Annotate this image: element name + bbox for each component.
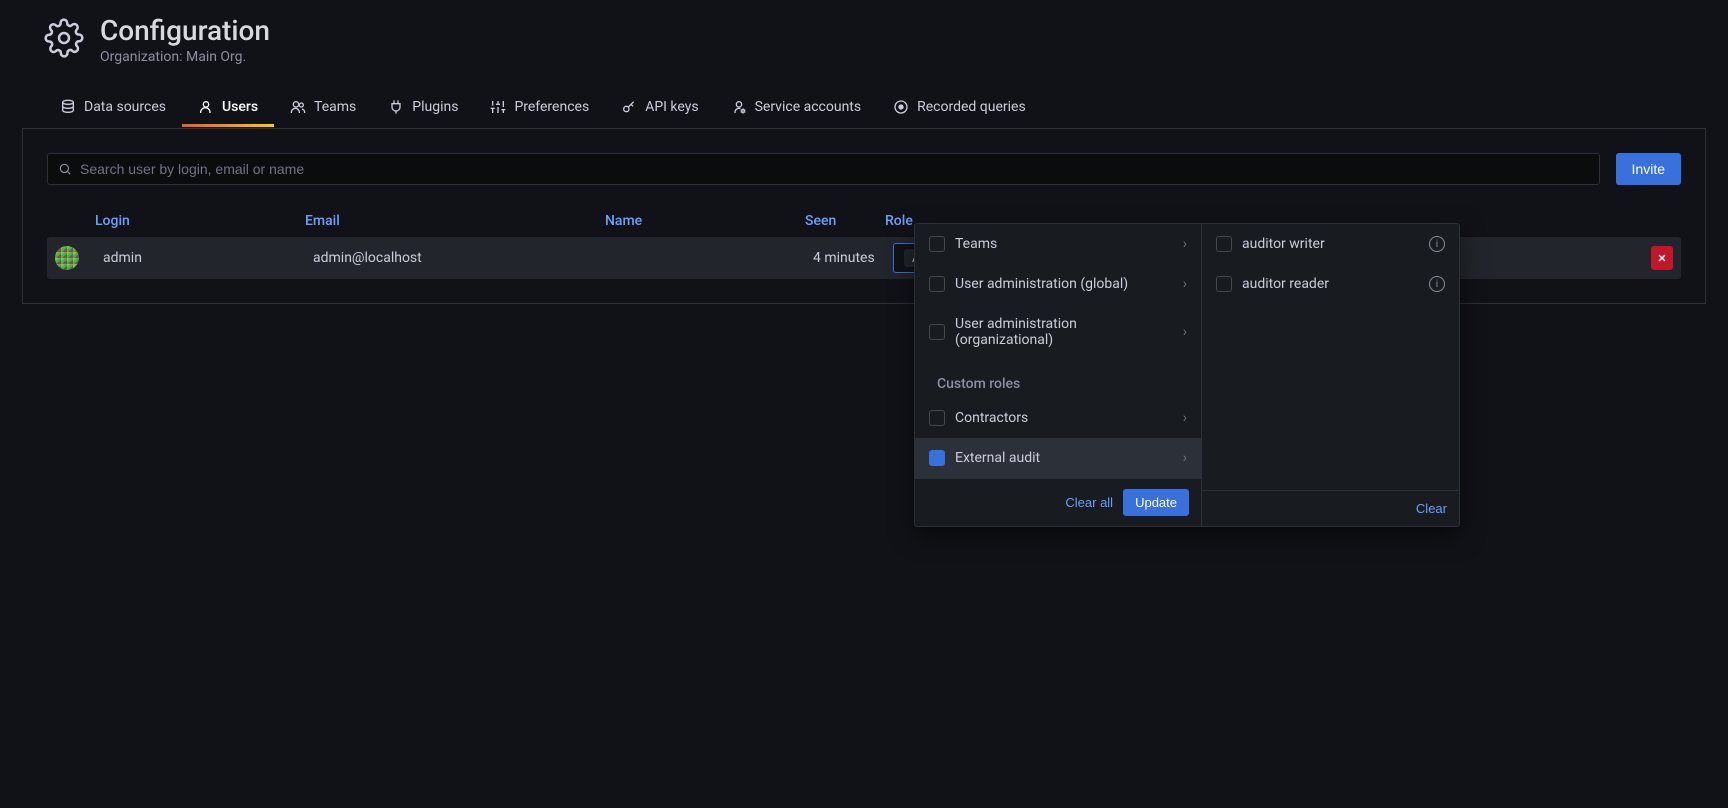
search-wrap[interactable]	[47, 153, 1600, 185]
role-option-user-admin-global[interactable]: User administration (global) ›	[915, 264, 1201, 304]
tab-recorded-queries[interactable]: Recorded queries	[877, 89, 1042, 127]
tab-label: Preferences	[514, 99, 589, 115]
gear-icon	[44, 18, 84, 62]
avatar	[55, 246, 79, 270]
search-input[interactable]	[80, 161, 1589, 177]
role-option-teams[interactable]: Teams ›	[915, 224, 1201, 264]
tab-data-sources[interactable]: Data sources	[44, 89, 182, 127]
tab-users[interactable]: Users	[182, 89, 274, 127]
custom-roles-header: Custom roles	[915, 360, 1201, 398]
database-icon	[60, 99, 76, 115]
checkbox[interactable]	[929, 450, 945, 466]
tab-api-keys[interactable]: API keys	[605, 89, 714, 127]
role-option-label: External audit	[955, 450, 1173, 466]
chevron-right-icon: ›	[1183, 324, 1187, 340]
update-button[interactable]: Update	[1123, 489, 1189, 516]
plug-icon	[388, 99, 404, 115]
chevron-right-icon: ›	[1183, 410, 1187, 426]
checkbox[interactable]	[1216, 276, 1232, 292]
subrole-option-auditor-reader[interactable]: auditor reader i	[1202, 264, 1459, 304]
role-option-label: User administration (organizational)	[955, 316, 1173, 348]
checkbox[interactable]	[929, 410, 945, 426]
checkbox[interactable]	[929, 324, 945, 340]
tab-label: API keys	[645, 99, 698, 115]
col-seen[interactable]: Seen	[805, 213, 885, 229]
user-icon	[198, 99, 214, 115]
page-header: Configuration Organization: Main Org.	[0, 0, 1728, 75]
col-email[interactable]: Email	[305, 213, 605, 229]
checkbox[interactable]	[1216, 236, 1232, 252]
subrole-label: auditor writer	[1242, 236, 1419, 252]
record-icon	[893, 99, 909, 115]
role-option-label: Teams	[955, 236, 1173, 252]
tabs: Data sources Users Teams Plugins Prefere…	[0, 89, 1728, 128]
chevron-right-icon: ›	[1183, 236, 1187, 252]
page-subtitle: Organization: Main Org.	[100, 49, 270, 65]
role-option-external-audit[interactable]: External audit ›	[915, 438, 1201, 478]
checkbox[interactable]	[929, 276, 945, 292]
role-option-contractors[interactable]: Contractors ›	[915, 398, 1201, 438]
info-icon[interactable]: i	[1429, 236, 1445, 252]
tab-preferences[interactable]: Preferences	[474, 89, 605, 127]
clear-all-button[interactable]: Clear all	[1065, 495, 1113, 510]
cell-email: admin@localhost	[313, 250, 613, 266]
tab-label: Plugins	[412, 99, 458, 115]
close-icon	[1656, 252, 1668, 264]
tab-label: Users	[222, 99, 258, 115]
tab-label: Data sources	[84, 99, 166, 115]
clear-button[interactable]: Clear	[1416, 501, 1447, 516]
service-icon	[731, 99, 747, 115]
tab-service-accounts[interactable]: Service accounts	[715, 89, 878, 127]
tab-label: Recorded queries	[917, 99, 1026, 115]
tab-label: Teams	[314, 99, 356, 115]
col-login[interactable]: Login	[95, 213, 305, 229]
tab-teams[interactable]: Teams	[274, 89, 372, 127]
role-option-label: User administration (global)	[955, 276, 1173, 292]
role-dropdown: Teams › User administration (global) › U…	[914, 223, 1460, 527]
chevron-right-icon: ›	[1183, 276, 1187, 292]
role-option-user-admin-org[interactable]: User administration (organizational) ›	[915, 304, 1201, 360]
delete-button[interactable]	[1651, 246, 1673, 270]
subrole-option-auditor-writer[interactable]: auditor writer i	[1202, 224, 1459, 264]
col-name[interactable]: Name	[605, 213, 805, 229]
tab-plugins[interactable]: Plugins	[372, 89, 474, 127]
role-option-label: Contractors	[955, 410, 1173, 426]
search-icon	[58, 162, 72, 176]
invite-button[interactable]: Invite	[1616, 153, 1681, 185]
key-icon	[621, 99, 637, 115]
chevron-right-icon: ›	[1183, 450, 1187, 466]
cell-seen: 4 minutes	[813, 250, 893, 266]
page-title: Configuration	[100, 14, 270, 47]
tab-label: Service accounts	[755, 99, 862, 115]
checkbox[interactable]	[929, 236, 945, 252]
sliders-icon	[490, 99, 506, 115]
subrole-label: auditor reader	[1242, 276, 1419, 292]
cell-login: admin	[103, 250, 313, 266]
users-icon	[290, 99, 306, 115]
content-panel: Invite Login Email Name Seen Role admin …	[22, 128, 1706, 304]
info-icon[interactable]: i	[1429, 276, 1445, 292]
